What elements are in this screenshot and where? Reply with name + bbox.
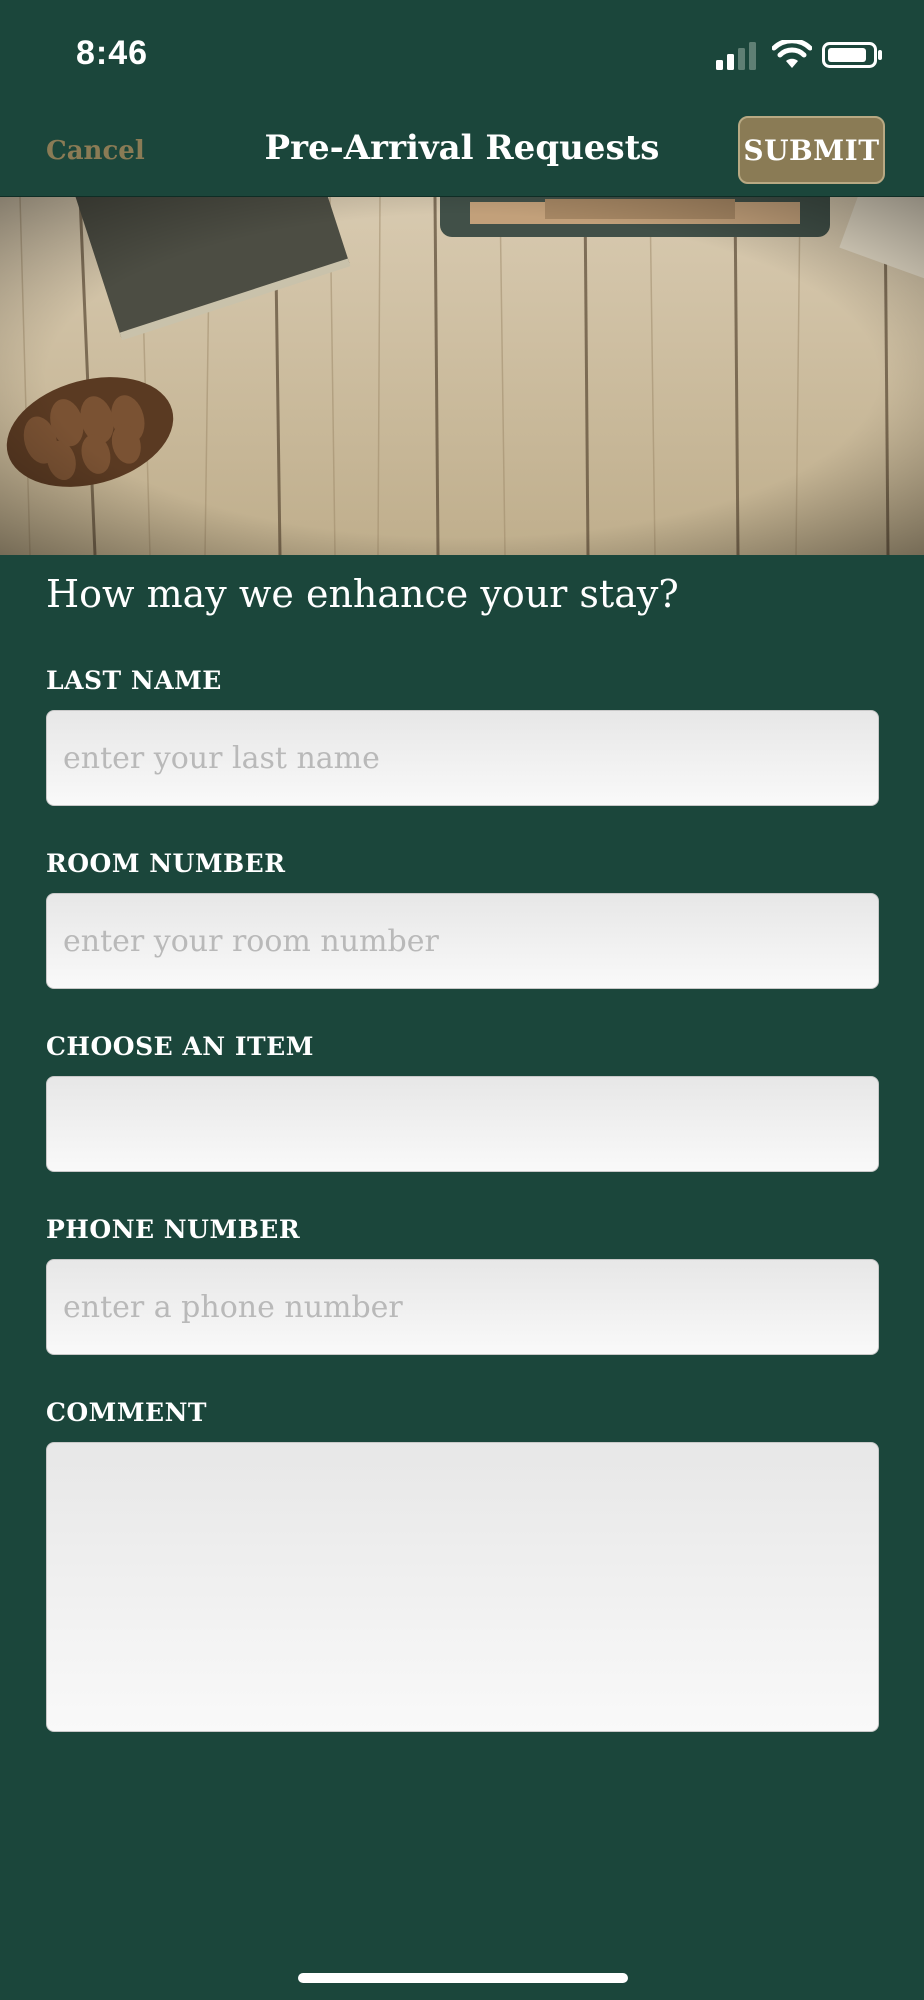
choose-item-label: CHOOSE AN ITEM (46, 1032, 314, 1061)
status-bar: 8:46 (0, 0, 924, 110)
home-indicator[interactable] (298, 1973, 628, 1983)
last-name-label: LAST NAME (46, 666, 222, 695)
item-select[interactable] (46, 1076, 879, 1172)
wooden-desk-image (0, 197, 924, 555)
cancel-button[interactable]: Cancel (46, 136, 145, 166)
form-heading: How may we enhance your stay? (46, 572, 679, 616)
phone-number-input[interactable] (46, 1259, 879, 1355)
hero-image (0, 197, 924, 555)
wifi-icon (772, 40, 812, 68)
last-name-input[interactable] (46, 710, 879, 806)
status-time: 8:46 (76, 34, 149, 72)
room-number-input[interactable] (46, 893, 879, 989)
submit-button[interactable]: SUBMIT (738, 116, 885, 184)
room-number-label: ROOM NUMBER (46, 849, 286, 878)
nav-bar: Cancel Pre-Arrival Requests SUBMIT (0, 110, 924, 197)
battery-icon (822, 42, 882, 68)
comment-label: COMMENT (46, 1398, 208, 1427)
phone-number-label: PHONE NUMBER (46, 1215, 301, 1244)
comment-textarea[interactable] (46, 1442, 879, 1732)
cellular-signal-icon (716, 42, 756, 70)
status-icons (716, 40, 886, 70)
